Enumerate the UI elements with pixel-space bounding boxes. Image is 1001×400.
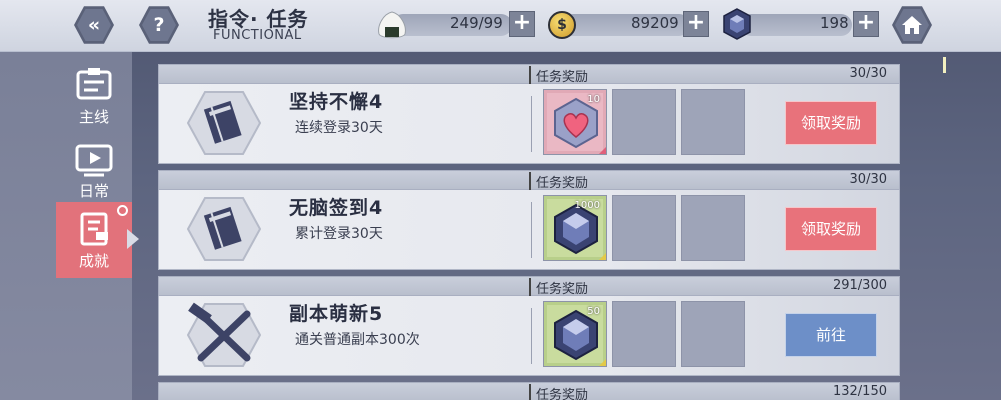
reward-slot[interactable]: 1000 bbox=[543, 195, 607, 261]
task-card-body: 坚持不懈4 连续登录30天 10 领取奖励 bbox=[158, 84, 900, 164]
reward-slot-empty bbox=[612, 195, 676, 261]
task-card-header: 任务奖励 30/30 bbox=[158, 64, 900, 85]
divider bbox=[531, 96, 532, 152]
divider bbox=[531, 308, 532, 364]
task-card: 任务奖励 132/150 bbox=[158, 382, 900, 400]
active-tab-arrow-icon bbox=[127, 229, 139, 249]
add-gold-button[interactable]: + bbox=[683, 11, 709, 37]
reward-slot-empty bbox=[681, 301, 745, 367]
reward-slot[interactable]: 50 bbox=[543, 301, 607, 367]
divider bbox=[531, 202, 532, 258]
back-icon: « bbox=[87, 14, 101, 36]
task-progress: 132/150 bbox=[832, 384, 887, 399]
task-progress: 30/30 bbox=[849, 172, 887, 187]
gold-coin-icon: $ bbox=[548, 11, 576, 39]
claim-reward-button[interactable]: 领取奖励 bbox=[785, 207, 877, 251]
page-subtitle: FUNCTIONAL bbox=[213, 28, 302, 43]
help-icon: ? bbox=[153, 14, 165, 36]
reward-quantity: 50 bbox=[587, 306, 600, 317]
crossed-weapons-icon bbox=[187, 302, 261, 367]
home-icon bbox=[902, 16, 922, 34]
sidebar-item-label: 主线 bbox=[78, 108, 109, 126]
reward-quantity: 1000 bbox=[574, 200, 600, 211]
achievement-icon bbox=[80, 212, 108, 246]
home-button[interactable] bbox=[892, 6, 932, 44]
sidebar-item-daily[interactable]: 日常 bbox=[56, 132, 132, 208]
help-button[interactable]: ? bbox=[139, 6, 179, 44]
task-card: 任务奖励 30/30 无脑签到4 累计登录30天 1000 领取奖励 bbox=[158, 170, 900, 270]
sidebar-item-achievement[interactable]: 成就 bbox=[56, 202, 132, 278]
reward-slot[interactable]: 10 bbox=[543, 89, 607, 155]
task-description: 连续登录30天 bbox=[295, 120, 383, 136]
task-card: 任务奖励 291/300 副本萌新5 通关普通副本300次 50 前往 bbox=[158, 276, 900, 376]
sidebar: 主线 日常 成就 bbox=[0, 52, 132, 400]
notebook-icon bbox=[187, 91, 261, 155]
reward-slot-empty bbox=[681, 89, 745, 155]
rice-ball-icon bbox=[378, 11, 406, 39]
reward-slot-empty bbox=[612, 301, 676, 367]
back-button[interactable]: « bbox=[74, 6, 114, 44]
notification-dot bbox=[117, 205, 128, 216]
add-crystal-button[interactable]: + bbox=[853, 11, 879, 37]
task-description: 累计登录30天 bbox=[295, 226, 383, 242]
stamina-value: 249/99 bbox=[450, 14, 503, 32]
top-bar: « ? 指令· 任务 FUNCTIONAL 249/99 + $ 89209 +… bbox=[0, 0, 1001, 52]
go-button[interactable]: 前往 bbox=[785, 313, 877, 357]
task-progress: 291/300 bbox=[832, 278, 887, 293]
task-name: 无脑签到4 bbox=[289, 197, 384, 219]
task-card-header: 任务奖励 132/150 bbox=[158, 382, 900, 400]
reward-quantity: 10 bbox=[587, 94, 600, 105]
claim-reward-button[interactable]: 领取奖励 bbox=[785, 101, 877, 145]
reward-slot-empty bbox=[612, 89, 676, 155]
reward-header-label: 任务奖励 bbox=[529, 172, 588, 191]
task-card-header: 任务奖励 291/300 bbox=[158, 276, 900, 297]
reward-header-label: 任务奖励 bbox=[529, 384, 588, 400]
crystal-icon bbox=[723, 8, 751, 40]
sidebar-item-label: 日常 bbox=[78, 182, 109, 200]
task-card-body: 无脑签到4 累计登录30天 1000 领取奖励 bbox=[158, 190, 900, 270]
notebook-icon bbox=[187, 197, 261, 261]
crystal-value: 198 bbox=[820, 14, 849, 32]
task-description: 通关普通副本300次 bbox=[295, 332, 420, 348]
mainline-icon bbox=[76, 68, 112, 100]
add-stamina-button[interactable]: + bbox=[509, 11, 535, 37]
gold-value: 89209 bbox=[631, 14, 679, 32]
task-name: 坚持不懈4 bbox=[289, 91, 384, 113]
sidebar-item-mainline[interactable]: 主线 bbox=[56, 58, 132, 134]
task-card: 任务奖励 30/30 坚持不懈4 连续登录30天 10 领取奖励 bbox=[158, 64, 900, 164]
sidebar-item-label: 成就 bbox=[78, 252, 109, 270]
task-card-header: 任务奖励 30/30 bbox=[158, 170, 900, 191]
reward-slot-empty bbox=[681, 195, 745, 261]
task-progress: 30/30 bbox=[849, 66, 887, 81]
scrollbar[interactable] bbox=[943, 57, 946, 73]
reward-header-label: 任务奖励 bbox=[529, 278, 588, 297]
task-name: 副本萌新5 bbox=[289, 303, 384, 325]
daily-icon bbox=[75, 144, 113, 177]
task-card-body: 副本萌新5 通关普通副本300次 50 前往 bbox=[158, 296, 900, 376]
reward-header-label: 任务奖励 bbox=[529, 66, 588, 85]
